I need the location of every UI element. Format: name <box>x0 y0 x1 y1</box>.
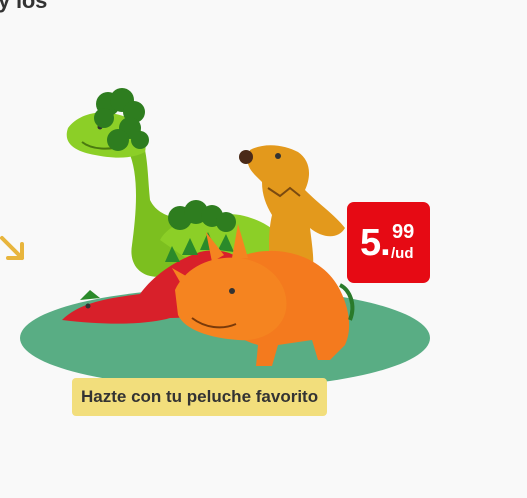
product-illustration <box>20 88 430 388</box>
price-cents: 99 <box>392 221 415 243</box>
price-unit: /ud <box>391 245 414 262</box>
price-integer: 5. <box>360 222 391 264</box>
price-badge: 5. 99 /ud <box>347 202 430 283</box>
product-tagline[interactable]: Hazte con tu peluche favorito <box>72 378 328 416</box>
